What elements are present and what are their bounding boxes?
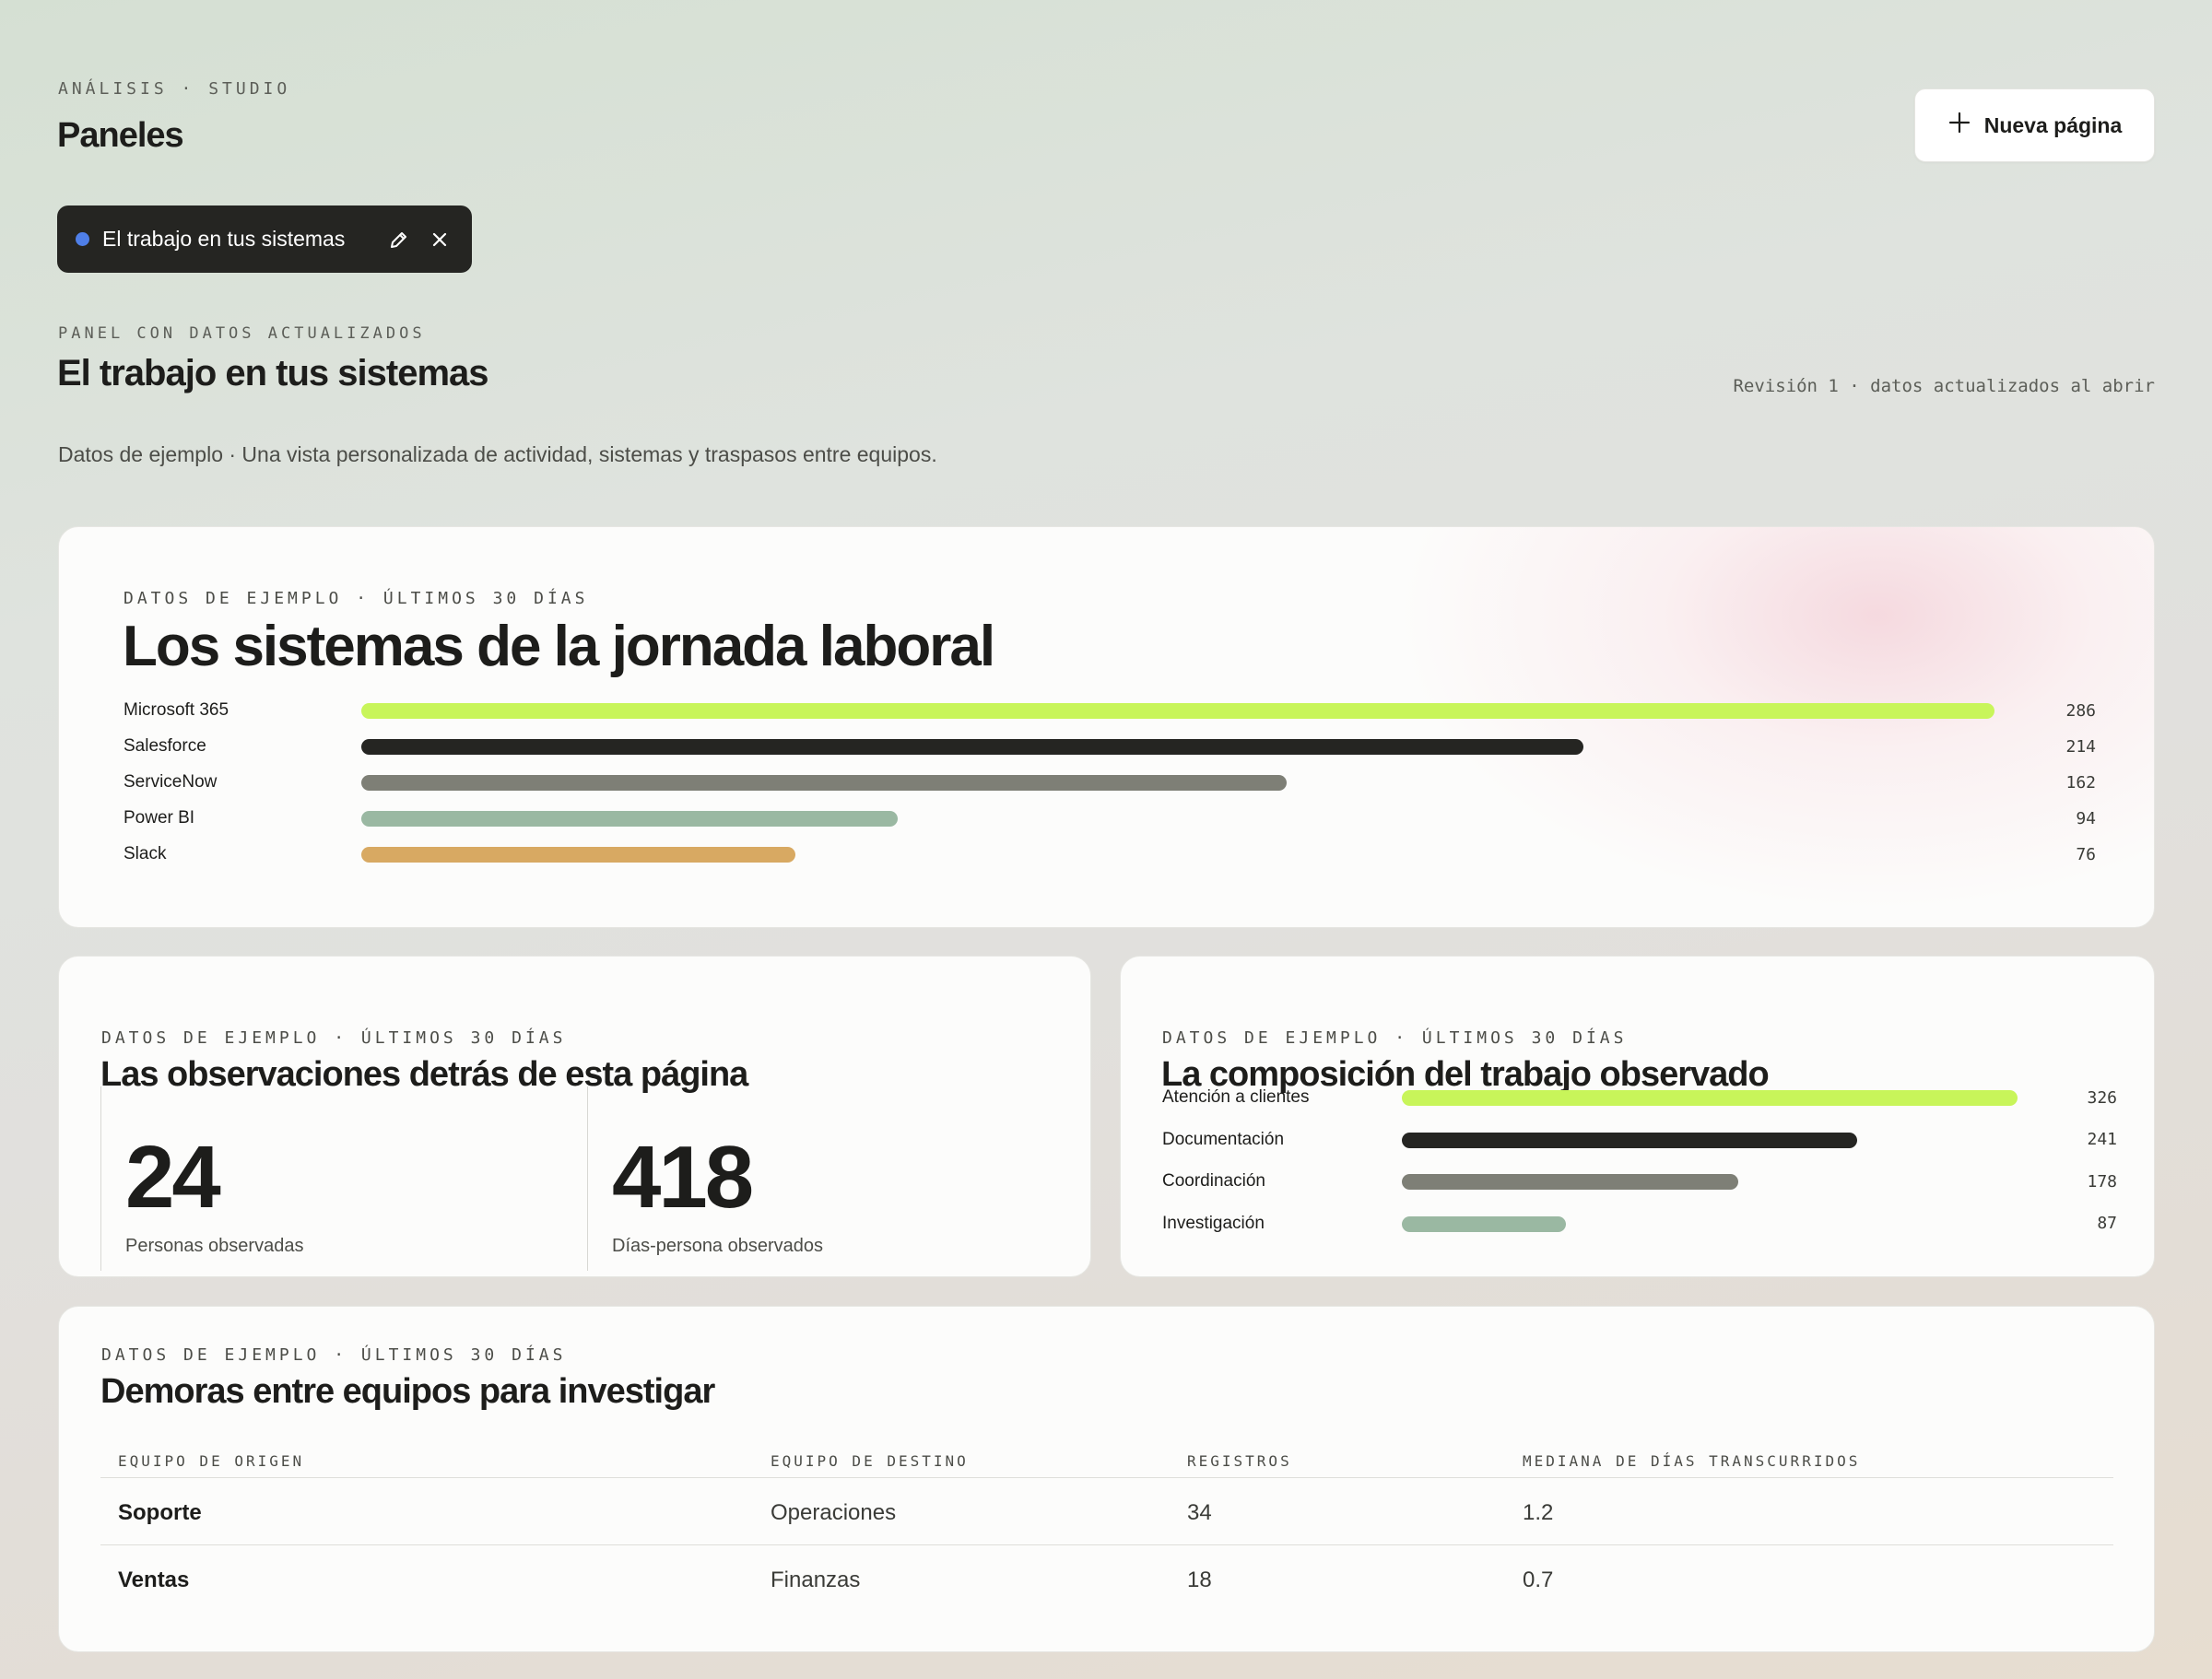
bar-label: Coordinación <box>1162 1171 1265 1191</box>
table-cell: Ventas <box>118 1567 190 1592</box>
stat-people: 24 Personas observadas <box>100 1086 580 1271</box>
systems-card: DATOS DE EJEMPLO · ÚLTIMOS 30 DÍAS Los s… <box>58 526 2155 928</box>
bar-value: 162 <box>2065 772 2096 793</box>
bar-value: 94 <box>2076 808 2096 828</box>
new-page-label: Nueva página <box>1983 112 2123 137</box>
bar-label: Documentación <box>1162 1129 1285 1149</box>
stat-label: Días-persona observados <box>612 1236 824 1256</box>
bar-label: Salesforce <box>124 736 206 756</box>
column-header: EQUIPO DE ORIGEN <box>118 1452 305 1470</box>
delays-card: DATOS DE EJEMPLO · ÚLTIMOS 30 DÍAS Demor… <box>58 1306 2155 1652</box>
bar-value: 326 <box>2087 1087 2117 1108</box>
bar-value: 241 <box>2087 1130 2117 1149</box>
observations-card: DATOS DE EJEMPLO · ÚLTIMOS 30 DÍAS Las o… <box>58 956 1091 1277</box>
stat-value: 24 <box>125 1128 221 1227</box>
bar <box>361 847 795 863</box>
bar-value: 76 <box>2076 844 2096 864</box>
status-dot <box>76 232 89 246</box>
card-eyebrow: DATOS DE EJEMPLO · ÚLTIMOS 30 DÍAS <box>124 589 589 608</box>
bar-label: Slack <box>124 844 167 863</box>
table-cell: Finanzas <box>771 1567 861 1592</box>
bar-row: Investigación 87 <box>1162 1210 2117 1238</box>
bar-value: 178 <box>2087 1171 2117 1192</box>
card-eyebrow: DATOS DE EJEMPLO · ÚLTIMOS 30 DÍAS <box>101 1345 567 1365</box>
table-row: Soporte Operaciones 34 1.2 <box>100 1478 2113 1545</box>
stat-person-days: 418 Días-persona observados <box>587 1086 1066 1271</box>
panel-tab-chip[interactable]: El trabajo en tus sistemas <box>57 205 472 273</box>
stat-value: 418 <box>612 1128 754 1227</box>
table-cell: 34 <box>1187 1500 1212 1525</box>
table-cell: Operaciones <box>771 1500 897 1525</box>
bar-track <box>1402 1210 2117 1238</box>
bar-track <box>1402 1084 2117 1111</box>
bar-row: ServiceNow 162 <box>124 769 2096 796</box>
bar-label: ServiceNow <box>124 772 218 792</box>
bar-value: 87 <box>2097 1214 2117 1233</box>
bar-track <box>361 769 2096 796</box>
bar-track <box>361 733 2096 760</box>
table-row: Ventas Finanzas 18 0.7 <box>100 1545 2113 1613</box>
panel-title: El trabajo en tus sistemas <box>57 353 489 393</box>
bar-track <box>361 804 2096 832</box>
bar-value: 214 <box>2065 736 2096 757</box>
card-eyebrow: DATOS DE EJEMPLO · ÚLTIMOS 30 DÍAS <box>1162 1028 1628 1048</box>
card-title: Los sistemas de la jornada laboral <box>123 615 995 678</box>
bar-track <box>1402 1168 2117 1195</box>
bar-track <box>361 840 2096 868</box>
bar <box>361 703 1994 719</box>
plus-icon <box>1947 109 1971 140</box>
table-cell: 1.2 <box>1523 1500 1554 1525</box>
table-cell: 18 <box>1187 1567 1212 1592</box>
table-cell: Soporte <box>118 1500 202 1525</box>
bar-track <box>361 697 2096 724</box>
column-header: REGISTROS <box>1187 1452 1292 1470</box>
column-header: EQUIPO DE DESTINO <box>771 1452 969 1470</box>
bar <box>1402 1174 1738 1190</box>
page-title: Paneles <box>57 116 184 155</box>
stat-label: Personas observadas <box>125 1236 304 1256</box>
card-title: Demoras entre equipos para investigar <box>100 1372 715 1411</box>
panel-tab-label: El trabajo en tus sistemas <box>102 227 346 251</box>
table-header: EQUIPO DE ORIGEN EQUIPO DE DESTINO REGIS… <box>100 1441 2113 1478</box>
bar <box>361 775 1287 791</box>
revision-note: Revisión 1 · datos actualizados al abrir <box>1733 376 2155 396</box>
bar-row: Power BI 94 <box>124 804 2096 832</box>
bar-label: Atención a clientes <box>1162 1087 1310 1107</box>
composition-card: DATOS DE EJEMPLO · ÚLTIMOS 30 DÍAS La co… <box>1120 956 2155 1277</box>
close-icon[interactable] <box>426 226 453 253</box>
bar-label: Power BI <box>124 808 195 828</box>
bar-row: Atención a clientes 326 <box>1162 1084 2117 1111</box>
panel-eyebrow: PANEL CON DATOS ACTUALIZADOS <box>58 324 426 343</box>
pencil-icon[interactable] <box>385 226 413 253</box>
table-cell: 0.7 <box>1523 1567 1554 1592</box>
bar <box>361 739 1583 755</box>
bar <box>1402 1215 1567 1232</box>
bar-row: Slack 76 <box>124 840 2096 868</box>
bar-row: Documentación 241 <box>1162 1126 2117 1154</box>
bar-label: Investigación <box>1162 1213 1265 1233</box>
bar-row: Coordinación 178 <box>1162 1168 2117 1195</box>
column-header: MEDIANA DE DÍAS TRANSCURRIDOS <box>1523 1452 1861 1470</box>
bar-row: Salesforce 214 <box>124 733 2096 760</box>
card-eyebrow: DATOS DE EJEMPLO · ÚLTIMOS 30 DÍAS <box>101 1028 567 1048</box>
delays-table: EQUIPO DE ORIGEN EQUIPO DE DESTINO REGIS… <box>100 1441 2113 1613</box>
section-eyebrow: ANÁLISIS · STUDIO <box>58 79 291 99</box>
bar-value: 286 <box>2065 700 2096 721</box>
bar-row: Microsoft 365 286 <box>124 697 2096 724</box>
bar <box>361 811 899 827</box>
new-page-button[interactable]: Nueva página <box>1914 88 2155 162</box>
bar-track <box>1402 1126 2117 1154</box>
bar <box>1402 1090 2018 1106</box>
panel-subtitle: Datos de ejemplo · Una vista personaliza… <box>58 442 937 466</box>
bar <box>1402 1132 1857 1148</box>
bar-label: Microsoft 365 <box>124 700 229 720</box>
